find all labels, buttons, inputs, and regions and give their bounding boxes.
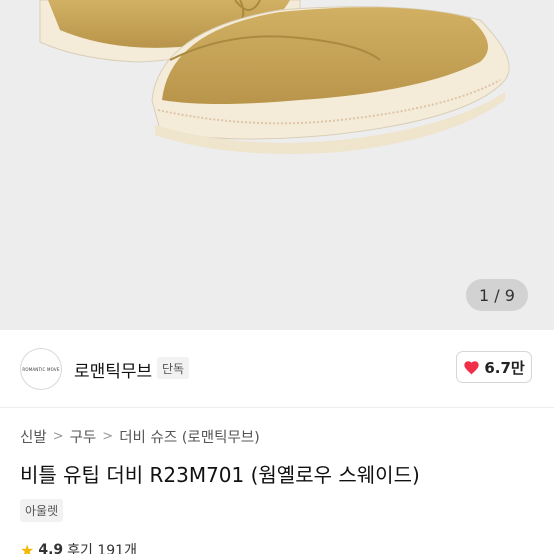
image-counter: 1 / 9 (466, 279, 528, 311)
breadcrumb-item-derby[interactable]: 더비 슈즈 (로맨틱무브) (119, 426, 260, 447)
outlet-tag: 아울렛 (20, 499, 64, 522)
chevron-right-icon: > (52, 429, 64, 444)
breadcrumb-item-shoes[interactable]: 신발 (20, 426, 47, 447)
heart-icon (464, 360, 479, 374)
like-button[interactable]: 6.7만 (456, 351, 532, 383)
rating-summary[interactable]: ★ 4.9 후기 191개 (20, 540, 137, 554)
product-image-gallery[interactable]: 1 / 9 (0, 0, 554, 330)
chevron-right-icon: > (102, 429, 114, 444)
seller-logo[interactable]: ROMANTIC MOVE (20, 348, 62, 390)
exclusive-badge: 단독 (157, 357, 190, 379)
product-photo (39, 0, 510, 154)
seller-name[interactable]: 로맨틱무브 (74, 357, 152, 382)
rating-score: 4.9 (38, 542, 64, 554)
star-icon: ★ (20, 540, 35, 554)
breadcrumb-item-dress-shoes[interactable]: 구두 (70, 426, 97, 447)
product-title: 비틀 유팁 더비 R23M701 (웜옐로우 스웨이드) (20, 463, 420, 487)
breadcrumb: 신발 > 구두 > 더비 슈즈 (로맨틱무브) (20, 426, 260, 447)
review-count: 후기 191개 (67, 543, 137, 554)
like-count: 6.7만 (484, 358, 525, 377)
